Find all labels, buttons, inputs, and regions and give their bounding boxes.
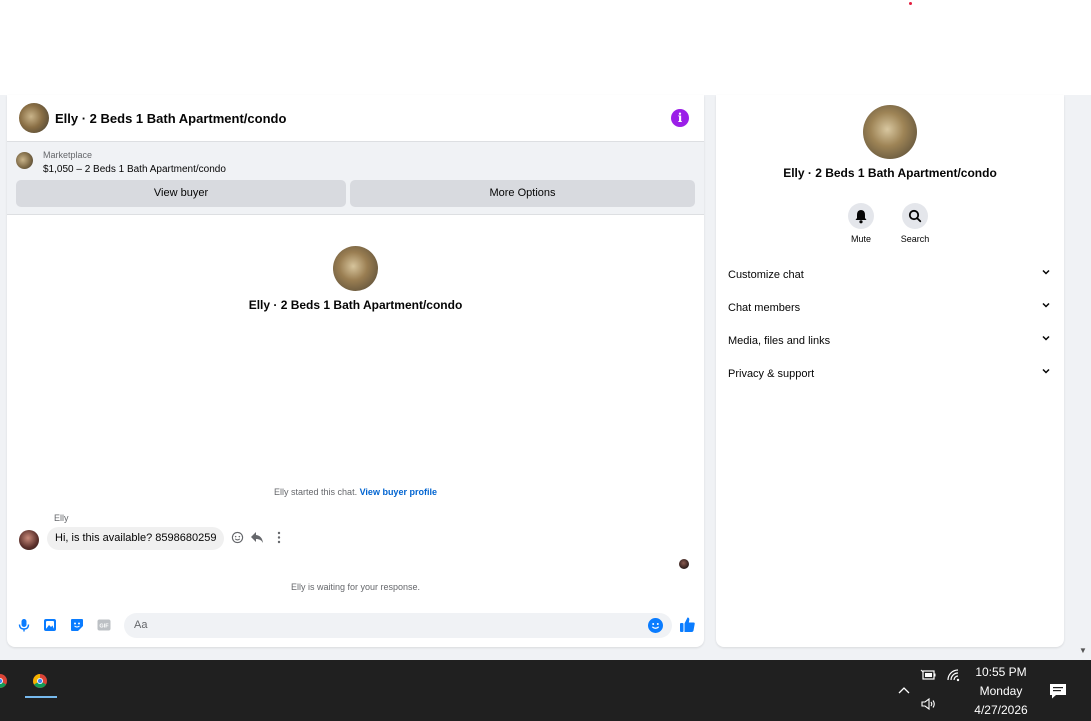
details-avatar	[863, 105, 917, 159]
listing-avatar[interactable]	[19, 103, 49, 133]
react-icon[interactable]	[230, 531, 244, 545]
seen-receipt-avatar	[679, 559, 689, 569]
view-buyer-button[interactable]: View buyer	[16, 180, 346, 207]
more-actions-icon[interactable]	[272, 531, 286, 545]
top-blank-area	[0, 0, 1091, 95]
mic-icon[interactable]	[17, 618, 31, 632]
sticker-icon[interactable]	[70, 618, 84, 632]
chat-started-notice: Elly started this chat. View buyer profi…	[7, 487, 704, 497]
section-label: Chat members	[728, 302, 801, 314]
chevron-down-icon	[1042, 301, 1050, 312]
chat-panel: Elly · 2 Beds 1 Bath Apartment/condo i M…	[7, 95, 704, 647]
clock-date[interactable]: 4/27/2026	[965, 703, 1037, 717]
more-options-button[interactable]: More Options	[350, 180, 695, 207]
section-customize-chat[interactable]: Customize chat	[728, 266, 1052, 286]
details-title: Elly · 2 Beds 1 Bath Apartment/condo	[783, 166, 997, 180]
chat-header: Elly · 2 Beds 1 Bath Apartment/condo i	[7, 95, 704, 142]
view-buyer-profile-link[interactable]: View buyer profile	[360, 487, 437, 497]
conversation-avatar	[333, 246, 378, 291]
section-label: Media, files and links	[728, 335, 831, 347]
section-media-files-links[interactable]: Media, files and links	[728, 332, 1052, 352]
conversation-details-panel: Elly · 2 Beds 1 Bath Apartment/condo Mut…	[716, 95, 1064, 647]
chat-title[interactable]: Elly · 2 Beds 1 Bath Apartment/condo	[55, 111, 286, 126]
mute-button[interactable]	[848, 203, 874, 229]
composer: GIF Aa	[7, 608, 704, 644]
scroll-down-arrow[interactable]: ▼	[1079, 646, 1087, 655]
search-icon	[908, 209, 922, 223]
message-input-placeholder: Aa	[134, 619, 148, 631]
clock-day[interactable]: Monday	[965, 684, 1037, 698]
notification-icon[interactable]	[1049, 683, 1067, 704]
emoji-icon[interactable]	[648, 618, 663, 633]
reply-icon[interactable]	[250, 531, 264, 545]
wifi-icon[interactable]	[946, 668, 962, 687]
marketplace-banner: Marketplace $1,050 – 2 Beds 1 Bath Apart…	[7, 142, 704, 215]
listing-price-title[interactable]: $1,050 – 2 Beds 1 Bath Apartment/condo	[43, 164, 226, 175]
marketplace-label: Marketplace	[43, 150, 93, 160]
listing-thumbnail	[16, 152, 33, 169]
chevron-up-icon[interactable]	[897, 682, 911, 700]
screen: Elly · 2 Beds 1 Bath Apartment/condo i M…	[0, 0, 1091, 721]
photo-icon[interactable]	[43, 618, 57, 632]
volume-icon[interactable]	[920, 697, 938, 716]
chevron-down-icon	[1042, 268, 1050, 279]
waiting-notice: Elly is waiting for your response.	[290, 582, 421, 592]
like-icon[interactable]	[679, 616, 696, 633]
chrome-icon[interactable]	[25, 666, 55, 696]
search-button[interactable]	[902, 203, 928, 229]
bell-icon	[855, 210, 867, 224]
clock-time[interactable]: 10:55 PM	[965, 665, 1037, 679]
section-label: Privacy & support	[728, 368, 815, 380]
mute-label: Mute	[850, 234, 871, 244]
chrome-icon[interactable]	[0, 666, 15, 696]
chevron-down-icon	[1042, 334, 1050, 345]
message-input[interactable]: Aa	[124, 613, 672, 638]
info-icon[interactable]: i	[671, 109, 689, 127]
section-chat-members[interactable]: Chat members	[728, 299, 1052, 319]
sender-name: Elly	[54, 513, 69, 523]
message-bubble[interactable]: Hi, is this available? 8598680259	[47, 527, 225, 550]
section-privacy-support[interactable]: Privacy & support	[728, 365, 1052, 385]
svg-text:GIF: GIF	[99, 624, 109, 630]
chat-started-text: Elly started this chat.	[274, 487, 358, 497]
notification-dot	[909, 2, 912, 5]
active-app-indicator	[25, 696, 57, 698]
chevron-down-icon	[1042, 367, 1050, 378]
sender-avatar[interactable]	[19, 530, 39, 550]
taskbar: 10:55 PM Monday 4/27/2026	[0, 660, 1091, 721]
gif-icon[interactable]: GIF	[97, 618, 111, 632]
conversation-title: Elly · 2 Beds 1 Bath Apartment/condo	[248, 298, 463, 312]
battery-icon[interactable]	[920, 668, 936, 687]
section-label: Customize chat	[728, 269, 804, 281]
search-label: Search	[900, 234, 930, 244]
